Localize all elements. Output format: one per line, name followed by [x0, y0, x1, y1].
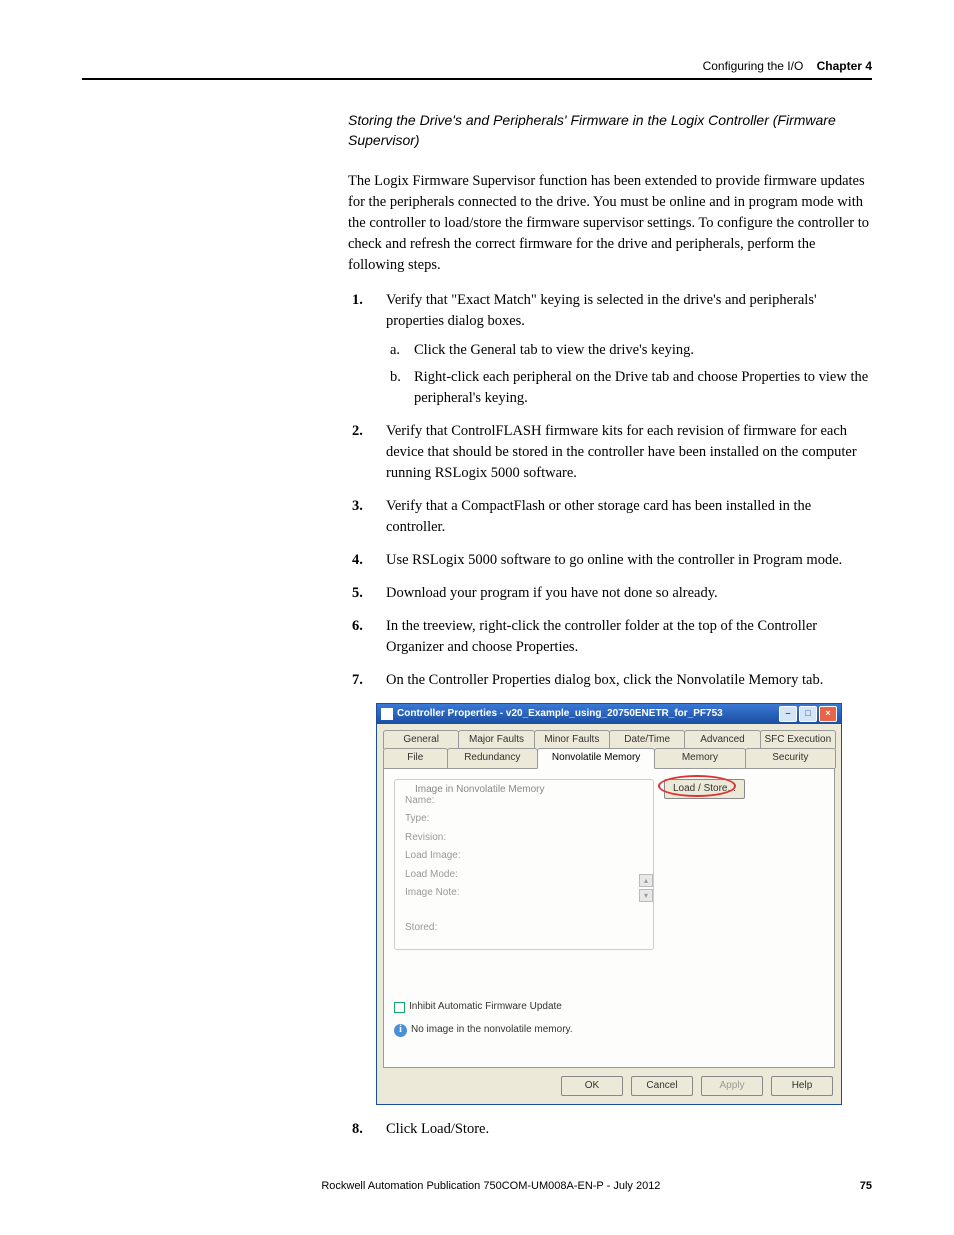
tab-file[interactable]: File [383, 748, 448, 768]
step-number: 4. [352, 550, 363, 571]
checkbox-label: Inhibit Automatic Firmware Update [409, 1000, 562, 1015]
tab-nonvolatile-memory[interactable]: Nonvolatile Memory [537, 748, 655, 769]
step-number: 5. [352, 583, 363, 604]
header-rule [82, 78, 872, 80]
step-number: 6. [352, 616, 363, 637]
step-5: 5.Download your program if you have not … [376, 583, 872, 604]
tab-area: General Major Faults Minor Faults Date/T… [377, 724, 841, 1068]
sub-text: Right-click each peripheral on the Drive… [414, 369, 868, 406]
step-list-cont: 8. Click Load/Store. [348, 1119, 872, 1140]
field-type: Type: [405, 812, 643, 827]
tab-sfc-execution[interactable]: SFC Execution [760, 730, 836, 750]
field-revision: Revision: [405, 831, 643, 846]
tab-row-lower: File Redundancy Nonvolatile Memory Memor… [383, 748, 835, 768]
tab-general[interactable]: General [383, 730, 459, 750]
dialog-screenshot: Controller Properties - v20_Example_usin… [376, 703, 872, 1106]
tab-row-upper: General Major Faults Minor Faults Date/T… [383, 730, 835, 750]
step-3: 3.Verify that a CompactFlash or other st… [376, 496, 872, 538]
help-button[interactable]: Help [771, 1076, 833, 1097]
tab-advanced[interactable]: Advanced [684, 730, 760, 750]
field-stored: Stored: [405, 921, 643, 936]
apply-button[interactable]: Apply [701, 1076, 763, 1097]
minimize-button[interactable]: – [779, 706, 797, 722]
controller-properties-dialog: Controller Properties - v20_Example_usin… [376, 703, 842, 1106]
header-chapter: Chapter 4 [817, 59, 872, 73]
tab-major-faults[interactable]: Major Faults [458, 730, 534, 750]
groupbox-label: Image in Nonvolatile Memory [411, 783, 549, 798]
field-load-image: Load Image: [405, 849, 643, 864]
close-button[interactable]: × [819, 706, 837, 722]
tab-security[interactable]: Security [745, 748, 836, 768]
header-section: Configuring the I/O [703, 59, 804, 73]
step-number: 2. [352, 421, 363, 442]
step-1-sublist: a. Click the General tab to view the dri… [386, 340, 872, 409]
field-image-note: Image Note: [405, 886, 643, 901]
step-text: On the Controller Properties dialog box,… [386, 672, 823, 688]
note-scrollbar[interactable]: ▴ ▾ [639, 874, 653, 902]
section-subheading: Storing the Drive's and Peripherals' Fir… [348, 110, 872, 151]
step-8: 8. Click Load/Store. [376, 1119, 872, 1140]
checkbox-icon[interactable] [394, 1002, 405, 1013]
step-list: 1. Verify that "Exact Match" keying is s… [348, 290, 872, 691]
step-text: Verify that "Exact Match" keying is sele… [386, 292, 817, 329]
ok-button[interactable]: OK [561, 1076, 623, 1097]
step-text: Click Load/Store. [386, 1121, 489, 1137]
footer-page-number: 75 [860, 1179, 872, 1195]
step-text: Verify that ControlFLASH firmware kits f… [386, 423, 857, 481]
page-header: Configuring the I/O Chapter 4 [703, 58, 872, 75]
scroll-down-icon[interactable]: ▾ [639, 889, 653, 902]
dialog-titlebar[interactable]: Controller Properties - v20_Example_usin… [377, 704, 841, 724]
info-row: i No image in the nonvolatile memory. [394, 1023, 824, 1038]
step-2: 2.Verify that ControlFLASH firmware kits… [376, 421, 872, 484]
load-store-button[interactable]: Load / Store... [664, 779, 745, 800]
step-4: 4.Use RSLogix 5000 software to go online… [376, 550, 872, 571]
intro-paragraph: The Logix Firmware Supervisor function h… [348, 171, 872, 276]
sub-letter: b. [390, 367, 401, 388]
sub-text: Click the General tab to view the drive'… [414, 342, 694, 358]
cancel-button[interactable]: Cancel [631, 1076, 693, 1097]
step-1: 1. Verify that "Exact Match" keying is s… [376, 290, 872, 409]
step-text: Use RSLogix 5000 software to go online w… [386, 552, 842, 568]
dialog-title: Controller Properties - v20_Example_usin… [397, 707, 777, 722]
step-6: 6.In the treeview, right-click the contr… [376, 616, 872, 658]
step-number: 7. [352, 670, 363, 691]
step-number: 3. [352, 496, 363, 517]
step-text: Download your program if you have not do… [386, 585, 718, 601]
tab-redundancy[interactable]: Redundancy [447, 748, 538, 768]
sub-letter: a. [390, 340, 400, 361]
tab-memory[interactable]: Memory [654, 748, 745, 768]
step-number: 1. [352, 290, 363, 311]
dialog-button-row: OK Cancel Apply Help [377, 1068, 841, 1105]
info-icon: i [394, 1024, 407, 1037]
step-text: Verify that a CompactFlash or other stor… [386, 498, 811, 535]
main-content: Storing the Drive's and Peripherals' Fir… [348, 110, 872, 1152]
scroll-up-icon[interactable]: ▴ [639, 874, 653, 887]
inhibit-checkbox-row[interactable]: Inhibit Automatic Firmware Update [394, 1000, 824, 1015]
step-text: In the treeview, right-click the control… [386, 618, 817, 655]
step-7: 7.On the Controller Properties dialog bo… [376, 670, 872, 691]
step-number: 8. [352, 1119, 363, 1140]
tab-date-time[interactable]: Date/Time [609, 730, 685, 750]
field-load-mode: Load Mode: [405, 868, 643, 883]
maximize-button[interactable]: □ [799, 706, 817, 722]
image-groupbox: Image in Nonvolatile Memory Name: Type: … [394, 779, 654, 951]
app-icon [381, 708, 393, 720]
tab-minor-faults[interactable]: Minor Faults [534, 730, 610, 750]
step-1b: b. Right-click each peripheral on the Dr… [410, 367, 872, 409]
step-1a: a. Click the General tab to view the dri… [410, 340, 872, 361]
tab-content: Image in Nonvolatile Memory Name: Type: … [383, 768, 835, 1068]
footer-publication: Rockwell Automation Publication 750COM-U… [122, 1179, 860, 1195]
page-footer: Rockwell Automation Publication 750COM-U… [82, 1179, 872, 1195]
info-text: No image in the nonvolatile memory. [411, 1023, 573, 1038]
